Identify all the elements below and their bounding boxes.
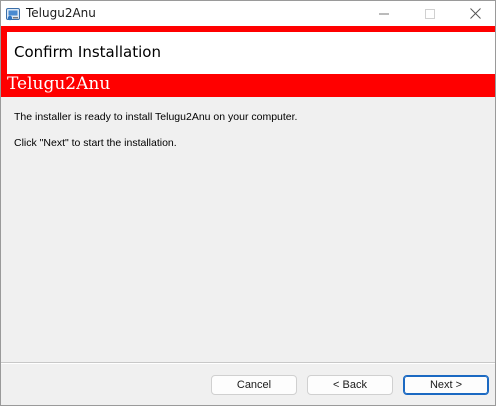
minimize-button[interactable] (361, 1, 407, 26)
maximize-button[interactable] (407, 1, 453, 26)
installer-icon (6, 6, 20, 21)
ready-message: The installer is ready to install Telugu… (14, 111, 298, 123)
instruction-message: Click "Next" to start the installation. (14, 137, 177, 149)
header-banner: Confirm Installation Telugu2Anu (1, 26, 495, 97)
window-title: Telugu2Anu (26, 6, 96, 20)
product-name: Telugu2Anu (7, 74, 111, 94)
installer-window: Telugu2Anu Confirm Installation Telugu2A… (0, 0, 496, 406)
title-bar[interactable]: Telugu2Anu (1, 1, 495, 26)
minimize-icon (379, 4, 389, 23)
page-title: Confirm Installation (14, 43, 161, 61)
header-panel: Confirm Installation (7, 32, 495, 74)
maximize-icon (425, 4, 435, 23)
back-button[interactable]: < Back (307, 375, 393, 395)
next-button[interactable]: Next > (403, 375, 489, 395)
footer-divider (1, 362, 495, 364)
cancel-button[interactable]: Cancel (211, 375, 297, 395)
close-icon (469, 4, 481, 23)
close-button[interactable] (452, 1, 495, 26)
